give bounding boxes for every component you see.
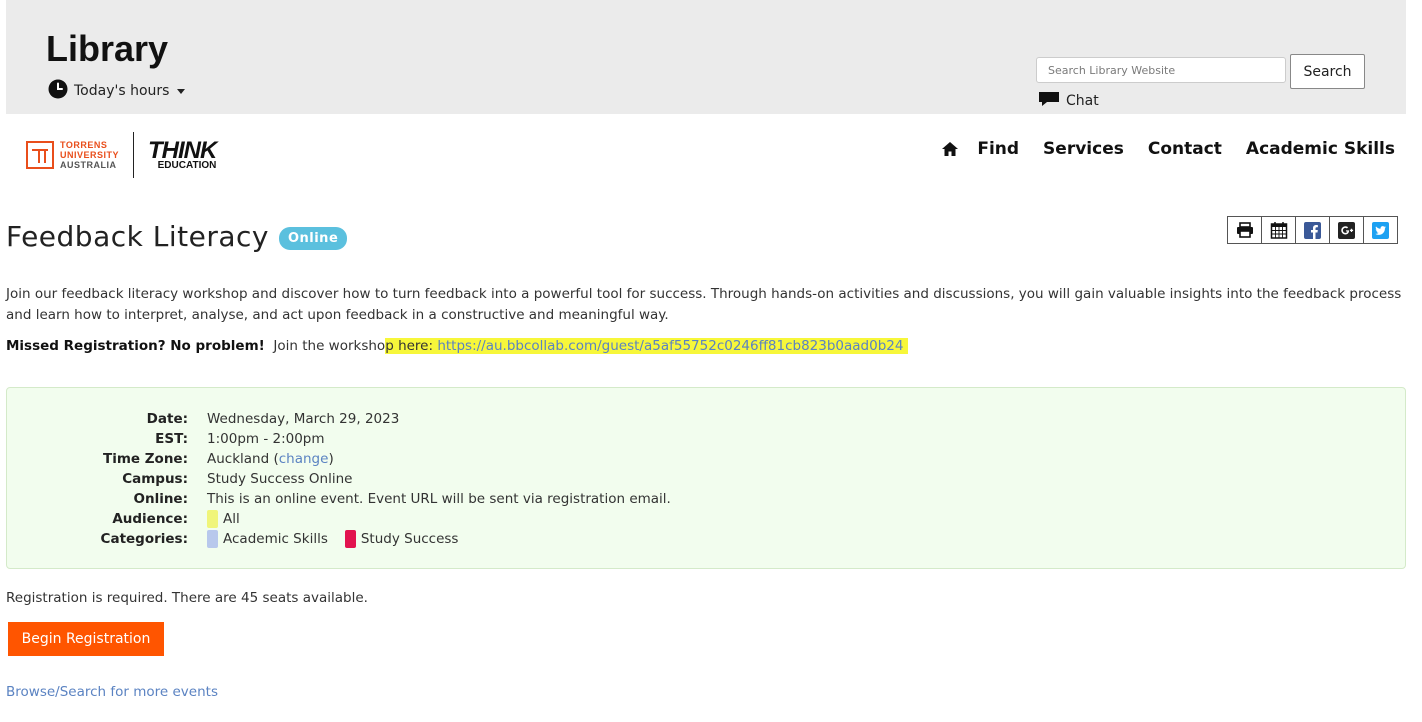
detail-row-est: EST: 1:00pm - 2:00pm [7, 429, 325, 449]
change-timezone-link[interactable]: change [279, 451, 329, 467]
timezone-close: ) [328, 451, 334, 467]
academic-skills-swatch [207, 530, 218, 548]
missed-text-a: Join the worksho [273, 338, 386, 354]
online-badge: Online [278, 227, 348, 250]
online-value: This is an online event. Event URL will … [207, 491, 671, 507]
missed-registration-heading: Missed Registration? No problem! [6, 338, 265, 354]
facebook-icon[interactable] [1295, 216, 1330, 244]
browse-events-link[interactable]: Browse/Search for more events [6, 684, 218, 700]
event-details-panel: Date: Wednesday, March 29, 2023 EST: 1:0… [6, 387, 1406, 569]
chat-bubble-icon [1038, 90, 1060, 112]
event-title-row: Feedback Literacy Online [6, 220, 348, 253]
clock-icon [48, 79, 68, 103]
event-title: Feedback Literacy [6, 220, 269, 253]
audience-value: All [207, 510, 240, 528]
share-toolbar [1227, 216, 1398, 244]
detail-row-audience: Audience: All [7, 509, 240, 529]
nav-academic-skills[interactable]: Academic Skills [1246, 139, 1395, 159]
study-success-swatch [344, 530, 356, 548]
logo-divider [133, 132, 135, 178]
event-description: Join our feedback literacy workshop and … [6, 286, 1402, 323]
detail-row-categories: Categories: Academic Skills Study Succes… [7, 529, 458, 549]
main-nav: Find Services Contact Academic Skills [935, 136, 1395, 162]
search-button[interactable]: Search [1290, 54, 1365, 89]
print-icon[interactable] [1227, 216, 1262, 244]
chat-label: Chat [1066, 93, 1099, 109]
est-label: EST: [155, 431, 188, 447]
chat-link[interactable]: Chat [1038, 91, 1099, 111]
think-sub: EDUCATION [157, 160, 217, 171]
date-value: Wednesday, March 29, 2023 [207, 411, 400, 427]
think-education-logo[interactable]: THINK EDUCATION [148, 139, 217, 171]
logo-area: TORRENS UNIVERSITY AUSTRALIA THINK EDUCA… [26, 132, 217, 178]
date-label: Date: [146, 411, 188, 427]
campus-label: Campus: [122, 471, 188, 487]
todays-hours-toggle[interactable]: Today's hours [48, 79, 186, 103]
detail-row-timezone: Time Zone: Auckland (change) [7, 449, 334, 469]
audience-swatch [207, 510, 218, 528]
campus-value: Study Success Online [207, 471, 353, 487]
torrens-line1: TORRENS [60, 140, 108, 150]
torrens-university-logo[interactable]: TORRENS UNIVERSITY AUSTRALIA [26, 140, 119, 170]
library-header: Library Today's hours Search Chat [6, 0, 1406, 114]
site-title[interactable]: Library [46, 28, 168, 70]
categories-value: Academic Skills Study Success [207, 530, 458, 548]
timezone-label: Time Zone: [103, 451, 188, 467]
timezone-name: Auckland ( [207, 451, 279, 467]
missed-text-b: p here: [385, 338, 438, 354]
registration-note: Registration is required. There are 45 s… [6, 590, 368, 606]
nav-contact[interactable]: Contact [1148, 139, 1222, 159]
caret-down-icon [177, 88, 186, 94]
detail-row-online: Online: This is an online event. Event U… [7, 489, 671, 509]
todays-hours-label: Today's hours [74, 83, 170, 99]
nav-services[interactable]: Services [1043, 139, 1124, 159]
detail-row-campus: Campus: Study Success Online [7, 469, 352, 489]
category-study-success: Study Success [360, 531, 459, 547]
timezone-value: Auckland (change) [207, 451, 334, 467]
categories-label: Categories: [100, 531, 188, 547]
nav-find[interactable]: Find [977, 139, 1019, 159]
search-input[interactable] [1036, 57, 1286, 83]
est-value: 1:00pm - 2:00pm [207, 431, 325, 447]
torrens-line3: AUSTRALIA [60, 160, 117, 170]
audience-label: Audience: [112, 511, 188, 527]
detail-row-date: Date: Wednesday, March 29, 2023 [7, 409, 400, 429]
torrens-line2: UNIVERSITY [60, 150, 120, 160]
highlighted-join-link: p here: https://au.bbcollab.com/guest/a5… [385, 338, 908, 354]
join-workshop-link[interactable]: https://au.bbcollab.com/guest/a5af55752c… [437, 338, 903, 354]
audience-name: All [223, 511, 240, 527]
twitter-icon[interactable] [1363, 216, 1398, 244]
google-plus-icon[interactable] [1329, 216, 1364, 244]
calendar-icon[interactable] [1261, 216, 1296, 244]
missed-registration-note: Missed Registration? No problem! Join th… [6, 336, 1406, 356]
begin-registration-button[interactable]: Begin Registration [8, 622, 164, 656]
online-label: Online: [133, 491, 188, 507]
category-academic-skills: Academic Skills [223, 531, 328, 547]
torrens-mark-icon [26, 141, 54, 169]
home-icon[interactable] [935, 141, 965, 157]
